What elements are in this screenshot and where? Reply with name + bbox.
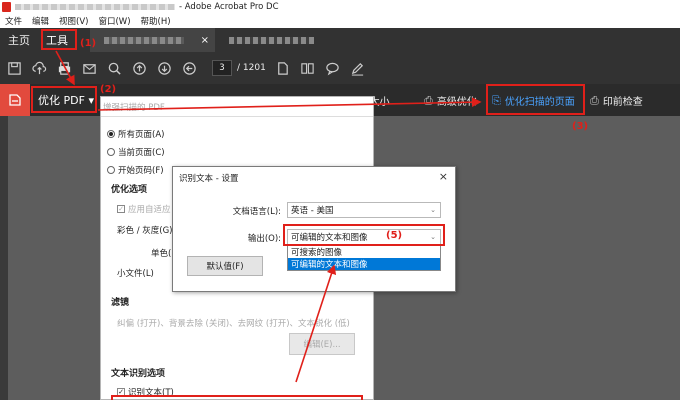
output-select[interactable]: 可编辑的文本和图像 ⌄ (287, 229, 441, 245)
page-up-icon[interactable] (131, 60, 147, 76)
blurred-tab-title-2 (229, 36, 314, 44)
advanced-optimize-label: 高级优化 (436, 97, 477, 108)
annotation-label-1: (1) (80, 38, 97, 49)
output-value: 可编辑的文本和图像 (291, 233, 368, 243)
chevron-down-icon: ⌄ (430, 233, 436, 241)
optimize-pdf-title[interactable]: 优化 PDF ▾ (38, 92, 94, 108)
small-file-label: 小文件(L) (117, 269, 154, 279)
language-select[interactable]: 英语 - 美国 ⌄ (287, 202, 441, 218)
auto-apply-option: ✓ 应用自适应 (117, 203, 171, 215)
advanced-optimize-icon: ⎙ (424, 93, 433, 107)
section-ocr-options: 文本识别选项 (111, 369, 166, 379)
single-page-icon[interactable] (275, 60, 291, 76)
menu-file[interactable]: 文件 (5, 15, 22, 27)
menu-edit[interactable]: 编辑 (32, 15, 49, 27)
left-navigation-rail[interactable] (0, 116, 8, 400)
annotation-label-5: (5) (386, 230, 403, 241)
window-title-bar: - Adobe Acrobat Pro DC (0, 0, 680, 14)
chevron-down-icon: ▾ (88, 94, 94, 107)
preflight-icon: ⎙ (590, 93, 599, 107)
recognize-text-checkbox[interactable]: ✓ (117, 388, 125, 396)
optimize-pdf-label: 优化 PDF (38, 94, 85, 107)
optimize-pdf-icon (9, 94, 21, 106)
panel-header: 增强扫描的 PDF (101, 97, 373, 117)
page-total: / 1201 (237, 63, 266, 73)
preflight-button[interactable]: ⎙ 印前检查 (590, 93, 643, 109)
radio-all-pages[interactable]: 所有页面(A) (107, 128, 164, 140)
mail-icon[interactable] (81, 60, 97, 76)
auto-apply-checkbox: ✓ (117, 205, 125, 213)
radio-from-page[interactable]: 开始页码(F) (107, 164, 164, 176)
language-label: 文档语言(L): (232, 207, 281, 217)
two-page-icon[interactable] (300, 60, 316, 76)
close-tab-icon[interactable]: × (201, 35, 209, 46)
language-value: 英语 - 美国 (291, 206, 334, 216)
recognize-text-settings-dialog: 识别文本 - 设置 × 文档语言(L): 英语 - 美国 ⌄ 输出(O): 可编… (172, 166, 456, 292)
page-number-input[interactable]: 3 (212, 60, 232, 76)
radio-all-pages-label: 所有页面(A) (118, 130, 165, 140)
back-icon[interactable] (181, 60, 197, 76)
radio-current-page-label: 当前页面(C) (118, 148, 165, 158)
app-title: - Adobe Acrobat Pro DC (179, 2, 279, 12)
recognize-text-option[interactable]: ✓ 识别文本(T) (117, 386, 174, 398)
dialog-title: 识别文本 - 设置 (179, 174, 239, 184)
tab-document-2[interactable] (215, 28, 325, 52)
output-dropdown-list: 可搜索的图像 可编辑的文本和图像 (287, 245, 441, 271)
dropdown-option-editable-text[interactable]: 可编辑的文本和图像 (288, 258, 440, 270)
print-icon[interactable] (56, 60, 72, 76)
blurred-tab-title (104, 36, 184, 44)
optimize-scanned-label: 优化扫描的页面 (504, 97, 575, 108)
menu-view[interactable]: 视图(V) (59, 15, 88, 27)
radio-from-page-dot[interactable] (107, 166, 115, 174)
color-gray-label: 彩色 / 灰度(G) (117, 226, 173, 236)
tab-bar: 主页 工具 × (0, 28, 680, 52)
menu-bar: 文件 编辑 视图(V) 窗口(W) 帮助(H) (0, 14, 680, 28)
chevron-down-icon: ⌄ (430, 206, 436, 214)
menu-help[interactable]: 帮助(H) (141, 15, 171, 27)
section-optimize-options: 优化选项 (111, 185, 148, 195)
annotation-label-2: (2) (100, 84, 117, 95)
scan-icon: ⎘ (492, 93, 501, 107)
filter-description: 纠偏 (打开)、背景去除 (关闭)、去网纹 (打开)、文本锐化 (低) (117, 319, 350, 329)
output-label: 输出(O): (247, 234, 281, 244)
comment-icon[interactable] (325, 60, 341, 76)
radio-current-page[interactable]: 当前页面(C) (107, 146, 165, 158)
section-filters: 滤镜 (111, 298, 130, 308)
save-icon[interactable] (6, 60, 22, 76)
main-toolbar: 3 / 1201 (0, 52, 680, 84)
advanced-optimize-button[interactable]: ⎙ 高级优化 (424, 93, 477, 109)
search-icon[interactable] (106, 60, 122, 76)
optimize-scanned-pages-button[interactable]: ⎘ 优化扫描的页面 (492, 93, 575, 109)
default-button[interactable]: 默认值(F) (187, 256, 263, 276)
page-down-icon[interactable] (156, 60, 172, 76)
acrobat-app-icon (2, 2, 11, 12)
radio-from-page-label: 开始页码(F) (118, 166, 164, 176)
mono-label: 单色( (151, 249, 172, 259)
radio-all-pages-dot[interactable] (107, 130, 115, 138)
preflight-label: 印前检查 (602, 97, 643, 108)
tab-tools[interactable]: 工具 (38, 28, 76, 52)
pen-icon[interactable] (350, 60, 366, 76)
upload-icon[interactable] (31, 60, 47, 76)
tab-document-1[interactable]: × (90, 28, 215, 52)
edit-filters-button[interactable]: 编辑(E)... (289, 333, 355, 355)
auto-apply-label: 应用自适应 (128, 205, 171, 215)
recognize-text-label: 识别文本(T) (128, 388, 174, 398)
annotation-label-3: (3) (572, 121, 589, 132)
menu-window[interactable]: 窗口(W) (98, 15, 130, 27)
dropdown-option-searchable-image[interactable]: 可搜索的图像 (288, 246, 440, 258)
blurred-document-name (15, 4, 175, 10)
dialog-close-icon[interactable]: × (439, 170, 448, 183)
radio-current-page-dot[interactable] (107, 148, 115, 156)
tab-home[interactable]: 主页 (0, 28, 38, 52)
optimize-tool-tab[interactable] (0, 84, 30, 116)
